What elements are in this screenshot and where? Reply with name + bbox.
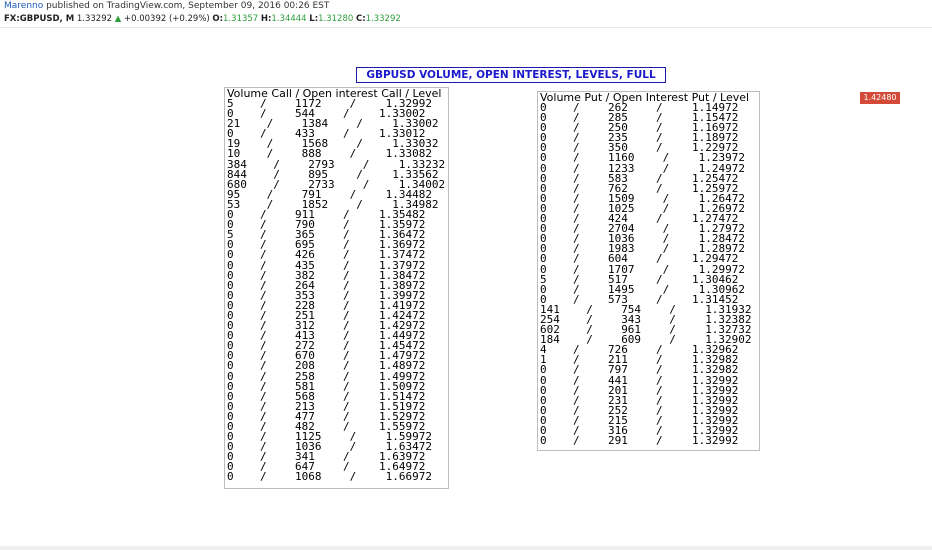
published-text: published on TradingView.com, September … [43,1,330,11]
low-value: 1.31280 [318,14,354,24]
open-interest-cell: 1068 [295,470,322,484]
author-link[interactable]: Marenno [4,1,43,11]
table-row: 0 / 291 / 1.32992 [540,434,759,448]
separator: / [343,460,350,474]
separator: / [266,197,274,211]
publication-line: Marenno published on TradingView.com, Se… [4,1,329,11]
call-table: Volume Call / Open interest Call / Level… [224,87,449,489]
separator: / [356,137,363,151]
separator: / [662,262,670,276]
separator: / [662,161,670,175]
up-arrow-icon: ▲ [114,14,122,24]
separator: / [343,127,350,141]
publication-header: Marenno published on TradingView.com, Se… [0,0,932,28]
separator: / [662,201,670,215]
symbol-line: FX:GBPUSD, M 1.33292 ▲ +0.00392 (+0.29%)… [4,14,401,24]
level-cell: 1.32992 [692,434,739,448]
separator: / [273,177,280,191]
separator: / [656,252,663,266]
separator: / [260,470,267,484]
separator: / [586,333,593,347]
separator: / [362,177,370,191]
separator: / [656,434,663,448]
last-price: 1.33292 [76,14,113,24]
separator: / [656,141,663,155]
separator: / [573,434,580,448]
put-table-rows: 0/262/1.14972 0/285/1.15472 0/250/1.16972 0… [540,102,759,448]
symbol-label: FX:GBPUSD, M [4,14,75,24]
put-table: Volume Put / Open Interest Put / Level 0… [537,91,760,451]
separator: / [260,127,267,141]
separator: / [669,333,676,347]
separator: / [349,147,357,161]
separator: / [656,212,663,226]
separator: / [656,181,663,195]
level-cell: 1.66972 [385,470,432,484]
call-table-rows: 5/1172/1.32992 0/544/1.33002 21/1384/1.330… [227,97,448,484]
open-key: O: [212,14,224,24]
separator: / [349,470,357,484]
separator: / [662,282,670,296]
close-value: 1.33292 [365,14,401,24]
table-row: 0 / 1068 / 1.66972 [227,470,448,484]
separator: / [356,167,363,181]
separator: / [656,292,663,306]
open-value: 1.31357 [223,14,259,24]
open-interest-cell: 291 [608,434,628,448]
separator: / [656,272,663,286]
separator: / [260,107,267,121]
separator: / [349,440,357,454]
volume-cell: 0 [540,434,547,448]
low-key: L: [309,14,319,24]
high-value: 1.34444 [271,14,307,24]
price-change: +0.00392 (+0.29%) [123,14,210,24]
separator: / [356,197,363,211]
separator: / [349,97,357,110]
separator: / [662,242,670,256]
separator: / [343,107,350,121]
separator: / [266,117,274,131]
chart-title: GBPUSD VOLUME, OPEN INTEREST, LEVELS, FU… [356,67,666,83]
separator: / [362,157,370,171]
price-axis-badge: 1.42480 [860,92,900,104]
close-key: C: [355,14,366,24]
volume-cell: 0 [227,470,234,484]
separator: / [343,420,350,433]
separator: / [356,117,363,131]
high-key: H: [260,14,272,24]
separator: / [573,292,580,306]
bottom-bar [0,546,932,550]
